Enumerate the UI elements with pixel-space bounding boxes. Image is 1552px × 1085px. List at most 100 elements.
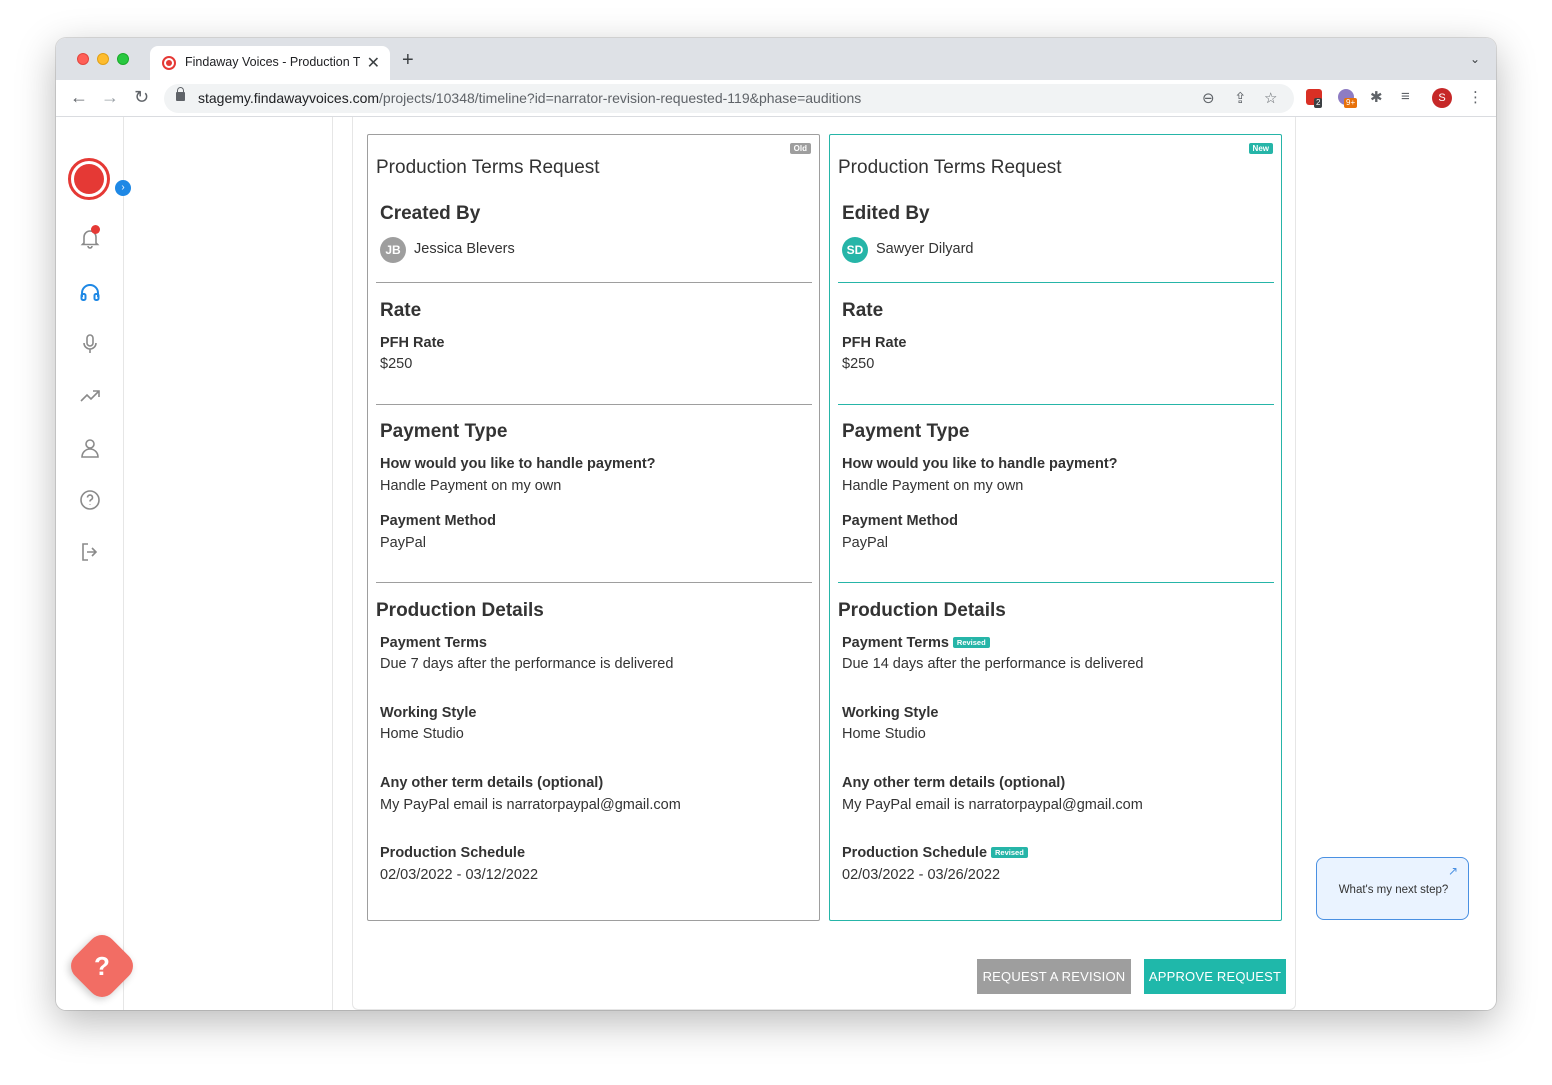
tab-search-chevron-icon[interactable]: ⌄ — [1470, 52, 1480, 66]
avatar: JB — [380, 237, 406, 263]
handle-payment-label: How would you like to handle payment? — [380, 456, 656, 472]
payment-type-heading: Payment Type — [842, 421, 970, 442]
revised-badge: Revised — [952, 637, 990, 648]
main-content: Old Production Terms Request Created By … — [352, 117, 1296, 1010]
new-tab-icon[interactable]: + — [402, 49, 414, 72]
notification-dot — [91, 225, 100, 234]
zoom-icon[interactable]: ⊖ — [1202, 89, 1215, 107]
page: › ? Old Production Terms Request Created… — [56, 117, 1496, 1010]
request-revision-button[interactable]: REQUEST A REVISION — [977, 959, 1131, 994]
other-terms-value: My PayPal email is narratorpaypal@gmail.… — [380, 797, 681, 813]
payment-terms-value: Due 14 days after the performance is del… — [842, 656, 1144, 672]
production-schedule-value: 02/03/2022 - 03/12/2022 — [380, 867, 539, 883]
tab-strip: Findaway Voices - Production T ✕ + ⌄ — [56, 38, 1496, 80]
tab-close-icon[interactable]: ✕ — [367, 53, 380, 73]
divider — [376, 282, 812, 283]
divider — [838, 582, 1274, 583]
author-name: Jessica Blevers — [414, 241, 515, 257]
trending-icon[interactable] — [78, 384, 102, 408]
handle-payment-value: Handle Payment on my own — [842, 478, 1024, 494]
headphones-icon[interactable] — [78, 280, 102, 304]
rate-heading: Rate — [380, 300, 422, 321]
close-window-button[interactable] — [77, 53, 89, 65]
extension-calendar-icon[interactable]: 2 — [1306, 89, 1323, 108]
next-step-label: What's my next step? — [1338, 884, 1449, 896]
rate-heading: Rate — [842, 300, 884, 321]
production-details-heading: Production Details — [376, 600, 544, 621]
microphone-icon[interactable] — [78, 332, 102, 356]
extension-badge: 2 — [1314, 98, 1323, 108]
address-bar[interactable]: stagemy.findawayvoices.com/projects/1034… — [164, 84, 1294, 113]
secondary-panel — [124, 117, 333, 1010]
url-path: /projects/10348/timeline?id=narrator-rev… — [379, 90, 862, 106]
production-schedule-label: Production Schedule — [380, 845, 526, 861]
help-circle-icon[interactable] — [78, 488, 102, 512]
approve-request-button[interactable]: APPROVE REQUEST — [1144, 959, 1286, 994]
production-details-heading: Production Details — [838, 600, 1006, 621]
url-host: stagemy.findawayvoices.com — [198, 90, 380, 106]
handle-payment-value: Handle Payment on my own — [380, 478, 562, 494]
forward-arrow-icon[interactable]: → — [101, 87, 119, 108]
tab-title: Findaway Voices - Production T — [185, 55, 360, 69]
working-style-label: Working Style — [380, 705, 477, 721]
payment-method-label: Payment Method — [380, 513, 497, 529]
divider — [838, 404, 1274, 405]
payment-terms-row: Payment Terms Revised — [842, 635, 990, 651]
browser-tab[interactable]: Findaway Voices - Production T ✕ — [150, 46, 390, 80]
divider — [376, 582, 812, 583]
url-text: stagemy.findawayvoices.com/projects/1034… — [198, 90, 861, 106]
payment-terms-label: Payment Terms — [380, 635, 487, 651]
extension-badge: 9+ — [1344, 98, 1358, 108]
revised-badge: Revised — [991, 847, 1028, 858]
help-question-icon[interactable]: ? — [76, 940, 128, 992]
minimize-window-button[interactable] — [97, 53, 109, 65]
author-heading: Edited By — [842, 203, 930, 224]
extensions-puzzle-icon[interactable]: ✱ — [1370, 88, 1383, 106]
share-icon[interactable]: ⇪ — [1234, 89, 1247, 107]
media-queue-icon[interactable]: ≡ — [1401, 88, 1410, 105]
pfh-rate-value: $250 — [380, 356, 413, 372]
other-terms-label: Any other term details (optional) — [380, 775, 604, 791]
pfh-rate-label: PFH Rate — [380, 335, 445, 351]
payment-terms-label: Payment Terms — [842, 635, 949, 651]
payment-type-heading: Payment Type — [380, 421, 508, 442]
logout-icon[interactable] — [78, 540, 102, 564]
handle-payment-label: How would you like to handle payment? — [842, 456, 1118, 472]
production-schedule-row: Production Schedule Revised — [842, 845, 1028, 861]
working-style-value: Home Studio — [842, 726, 926, 742]
author-name: Sawyer Dilyard — [876, 241, 974, 257]
divider — [376, 404, 812, 405]
maximize-window-button[interactable] — [117, 53, 129, 65]
working-style-value: Home Studio — [380, 726, 464, 742]
more-menu-icon[interactable]: ⋮ — [1468, 88, 1483, 106]
production-schedule-value: 02/03/2022 - 03/26/2022 — [842, 867, 1001, 883]
payment-method-value: PayPal — [842, 535, 888, 551]
lock-icon — [176, 87, 185, 101]
browser-window: Findaway Voices - Production T ✕ + ⌄ ← →… — [56, 38, 1496, 1010]
bookmark-star-icon[interactable]: ☆ — [1264, 89, 1277, 107]
next-step-widget[interactable]: ↗ What's my next step? — [1316, 857, 1469, 920]
favicon-icon — [162, 56, 176, 70]
divider — [838, 282, 1274, 283]
payment-terms-value: Due 7 days after the performance is deli… — [380, 656, 674, 672]
external-link-icon[interactable]: ↗ — [1448, 864, 1458, 878]
other-terms-value: My PayPal email is narratorpaypal@gmail.… — [842, 797, 1143, 813]
author-heading: Created By — [380, 203, 481, 224]
card-title: Production Terms Request — [838, 157, 1062, 178]
profile-avatar[interactable]: S — [1432, 88, 1452, 108]
production-schedule-label: Production Schedule — [842, 845, 988, 861]
sidebar: › ? — [56, 117, 139, 1010]
old-terms-card: Old Production Terms Request Created By … — [367, 134, 820, 921]
other-terms-label: Any other term details (optional) — [842, 775, 1066, 791]
user-icon[interactable] — [78, 436, 102, 460]
back-arrow-icon[interactable]: ← — [70, 87, 88, 108]
new-badge: New — [1248, 143, 1273, 154]
card-title: Production Terms Request — [376, 157, 600, 178]
payment-method-value: PayPal — [380, 535, 426, 551]
logo-icon[interactable] — [68, 158, 110, 200]
new-terms-card: New Production Terms Request Edited By S… — [829, 134, 1282, 921]
extension-spark-icon[interactable]: 9+ — [1338, 89, 1358, 108]
reload-icon[interactable]: ↻ — [134, 87, 149, 108]
pfh-rate-value: $250 — [842, 356, 875, 372]
working-style-label: Working Style — [842, 705, 939, 721]
